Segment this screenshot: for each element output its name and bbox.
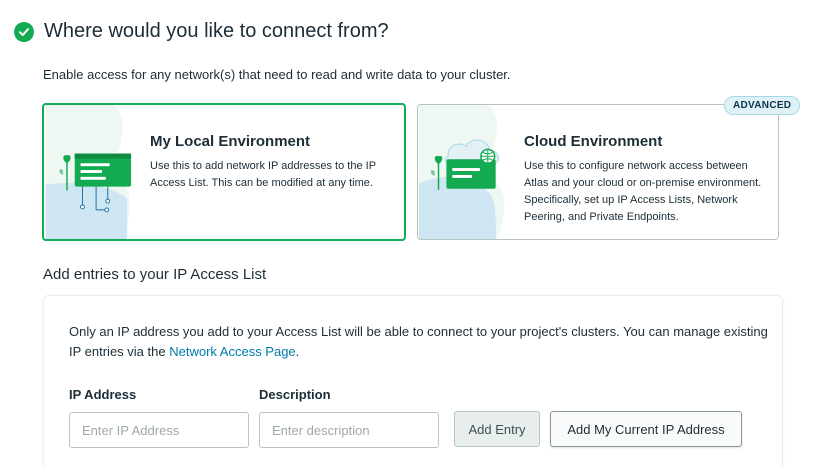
local-option-title: My Local Environment	[150, 133, 311, 150]
local-environment-option[interactable]: My Local Environment Use this to add net…	[42, 103, 406, 241]
access-list-info: Only an IP address you add to your Acces…	[69, 322, 769, 362]
cloud-environment-illustration	[418, 105, 505, 239]
access-list-info-end: .	[295, 344, 300, 359]
ip-address-input[interactable]	[69, 412, 249, 448]
cloud-environment-option[interactable]: Cloud Environment Use this to configure …	[417, 104, 779, 240]
check-circle-icon	[14, 21, 34, 42]
local-option-description: Use this to add network IP addresses to …	[150, 160, 376, 189]
cloud-option-description: Use this to configure network access bet…	[524, 160, 762, 223]
access-list-panel: Only an IP address you add to your Acces…	[43, 295, 783, 466]
local-environment-illustration	[45, 105, 132, 239]
cloud-option-title: Cloud Environment	[524, 133, 663, 150]
network-access-page-link[interactable]: Network Access Page	[169, 344, 295, 359]
access-list-section-title: Add entries to your IP Access List	[43, 266, 267, 283]
advanced-badge: ADVANCED	[724, 96, 801, 115]
page-header: Where would you like to connect from?	[14, 20, 389, 43]
page-subtitle: Enable access for any network(s) that ne…	[43, 67, 511, 82]
add-current-ip-button[interactable]: Add My Current IP Address	[550, 411, 742, 447]
add-entry-button[interactable]: Add Entry	[454, 411, 540, 447]
description-label: Description	[259, 387, 331, 402]
description-input[interactable]	[259, 412, 439, 448]
page-title: Where would you like to connect from?	[44, 20, 389, 42]
ip-address-label: IP Address	[69, 387, 137, 402]
